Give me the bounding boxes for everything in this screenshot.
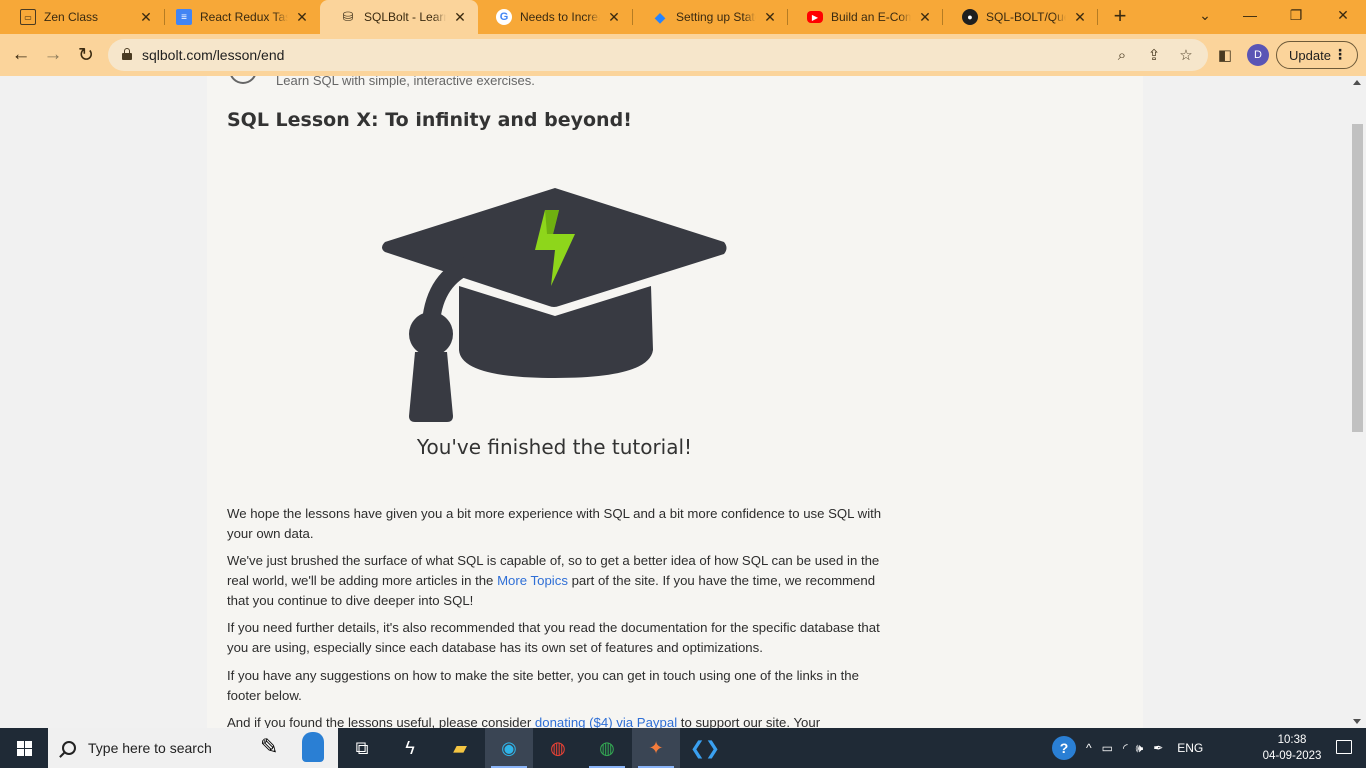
tab-title: React Redux Task	[200, 10, 288, 24]
close-tab-icon[interactable]: ✕	[1072, 9, 1088, 26]
update-button[interactable]: Update ⋮	[1276, 41, 1358, 69]
close-tab-icon[interactable]: ✕	[138, 9, 154, 26]
zoom-icon[interactable]: ⌕	[1112, 45, 1132, 65]
paragraph-experience: We hope the lessons have given you a bit…	[227, 506, 882, 541]
chrome-profile-icon[interactable]: ◍	[583, 728, 631, 768]
scroll-up-arrow-icon[interactable]	[1353, 80, 1361, 85]
update-label: Update	[1289, 47, 1331, 63]
paragraph-more-topics: We've just brushed the surface of what S…	[227, 551, 887, 611]
back-button[interactable]: ←	[8, 42, 34, 68]
tutorial-finished-heading: You've finished the tutorial!	[416, 435, 693, 459]
side-panel-icon[interactable]: ◧	[1215, 45, 1235, 65]
tab-title: SQLBolt - Learn S	[364, 10, 446, 24]
donate-paypal-link[interactable]: donating ($4) via Paypal	[535, 715, 677, 728]
clock-time: 10:38	[1277, 734, 1307, 746]
profile-avatar[interactable]: D	[1247, 44, 1269, 66]
browser-tabstrip: ▭ Zen Class ✕ ≡ React Redux Task ✕ ⛁ SQL…	[0, 0, 1366, 34]
lock-icon	[122, 48, 132, 60]
site-tagline: Learn SQL with simple, interactive exerc…	[276, 76, 535, 88]
minimize-button[interactable]: —	[1227, 0, 1273, 30]
page-title: SQL Lesson X: To infinity and beyond!	[227, 109, 632, 131]
scroll-down-arrow-icon[interactable]	[1353, 719, 1361, 724]
search-placeholder: Type here to search	[88, 740, 212, 756]
file-explorer-icon[interactable]: ▰	[436, 728, 484, 768]
jira-icon: ◆	[654, 8, 666, 25]
paragraph-donate: And if you found the lessons useful, ple…	[227, 713, 887, 728]
tab-search-chevron-icon[interactable]: ⌄	[1182, 0, 1228, 30]
share-icon[interactable]: ⇪	[1144, 45, 1164, 65]
bookmark-star-icon[interactable]: ☆	[1176, 45, 1196, 65]
page-scrollbar[interactable]	[1349, 76, 1366, 728]
taskbar-clock[interactable]: 10:38 04-09-2023	[1262, 732, 1322, 764]
tab-divider	[1097, 9, 1098, 25]
paragraph-documentation: If you need further details, it's also r…	[227, 620, 880, 655]
tab-title: Build an E-Comm	[831, 10, 911, 24]
restore-button[interactable]: ❐	[1273, 0, 1319, 30]
browser-toolbar: ← → ↻ sqlbolt.com/lesson/end ⌕ ⇪ ☆ ◧ D U…	[0, 34, 1366, 76]
zen-class-icon: ▭	[20, 9, 36, 25]
new-tab-button[interactable]: +	[1108, 5, 1132, 29]
close-window-button[interactable]: ✕	[1320, 0, 1366, 30]
tab-react-redux[interactable]: ≡ React Redux Task ✕	[156, 0, 320, 34]
close-tab-icon[interactable]: ✕	[294, 9, 310, 26]
paragraph-suggestions: If you have any suggestions on how to ma…	[227, 668, 859, 703]
edge-browser-icon[interactable]: ◉	[485, 728, 533, 768]
windows-taskbar: Type here to search ✎ ⧉ ϟ ▰ ◉ ◍ ◍ ✦ ❮❯ ?…	[0, 728, 1366, 768]
lesson-page: Learn SQL with simple, interactive exerc…	[207, 76, 1143, 728]
url-text: sqlbolt.com/lesson/end	[142, 47, 285, 63]
tab-setting-up-state[interactable]: ◆ Setting up State M ✕	[632, 0, 788, 34]
reload-button[interactable]: ↻	[73, 42, 99, 68]
address-bar[interactable]: sqlbolt.com/lesson/end ⌕ ⇪ ☆	[108, 39, 1208, 71]
help-icon[interactable]: ?	[1052, 736, 1076, 760]
youtube-icon: ▶	[807, 11, 823, 23]
menu-dots-icon[interactable]: ⋮	[1333, 46, 1347, 63]
tray-chevron-icon[interactable]: ^	[1086, 741, 1092, 755]
google-icon: G	[496, 9, 512, 25]
page-viewport: Learn SQL with simple, interactive exerc…	[0, 76, 1366, 728]
tab-title: Needs to Increas	[520, 10, 600, 24]
paragraph-text: And if you found the lessons useful, ple…	[227, 715, 535, 728]
volume-icon[interactable]: 🕪	[1136, 741, 1144, 756]
paragraph-text: to support our site. Your	[677, 715, 821, 728]
search-icon	[62, 741, 76, 755]
lightning-app-icon[interactable]: ϟ	[386, 728, 434, 768]
windows-logo-icon	[16, 740, 32, 756]
sqlbolt-icon: ⛁	[342, 9, 354, 24]
taskbar-search-box[interactable]: Type here to search ✎	[48, 728, 338, 768]
sqlbolt-logo-icon[interactable]	[229, 76, 257, 84]
chrome-icon[interactable]: ◍	[534, 728, 582, 768]
close-tab-icon[interactable]: ✕	[452, 9, 468, 26]
search-highlight-icon: ✎	[260, 734, 279, 759]
wifi-icon[interactable]: ◜	[1123, 741, 1128, 755]
close-tab-icon[interactable]: ✕	[917, 9, 933, 26]
google-docs-icon: ≡	[176, 9, 192, 25]
tab-zen-class[interactable]: ▭ Zen Class ✕	[0, 0, 164, 34]
tab-sqlbolt[interactable]: ⛁ SQLBolt - Learn S ✕	[320, 0, 478, 34]
clock-date: 04-09-2023	[1262, 750, 1322, 762]
battery-icon[interactable]: ▭	[1102, 741, 1113, 755]
scroll-thumb[interactable]	[1352, 124, 1363, 432]
notification-icon[interactable]	[1336, 740, 1352, 754]
start-button[interactable]	[0, 728, 48, 768]
close-tab-icon[interactable]: ✕	[762, 9, 778, 26]
github-icon: ●	[962, 9, 978, 25]
pen-icon[interactable]: ✒	[1153, 741, 1163, 755]
postman-icon[interactable]: ✦	[632, 728, 680, 768]
forward-button[interactable]: →	[40, 42, 66, 68]
tab-title: Setting up State M	[676, 10, 756, 24]
tab-google-search[interactable]: G Needs to Increas ✕	[476, 0, 632, 34]
system-tray: ? ^ ▭ ◜ 🕪 ✒ ENG	[1052, 728, 1203, 768]
graduation-cap-icon	[382, 188, 727, 422]
close-tab-icon[interactable]: ✕	[606, 9, 622, 26]
tab-title: SQL-BOLT/Query	[986, 10, 1066, 24]
vscode-icon[interactable]: ❮❯	[681, 728, 729, 768]
tab-title: Zen Class	[44, 10, 99, 24]
tab-github[interactable]: ● SQL-BOLT/Query ✕	[942, 0, 1098, 34]
task-view-icon[interactable]: ⧉	[338, 728, 386, 768]
more-topics-link[interactable]: More Topics	[497, 573, 568, 588]
language-indicator[interactable]: ENG	[1177, 741, 1203, 755]
tab-youtube[interactable]: ▶ Build an E-Comm ✕	[787, 0, 943, 34]
search-highlight-figure-icon	[302, 732, 324, 762]
